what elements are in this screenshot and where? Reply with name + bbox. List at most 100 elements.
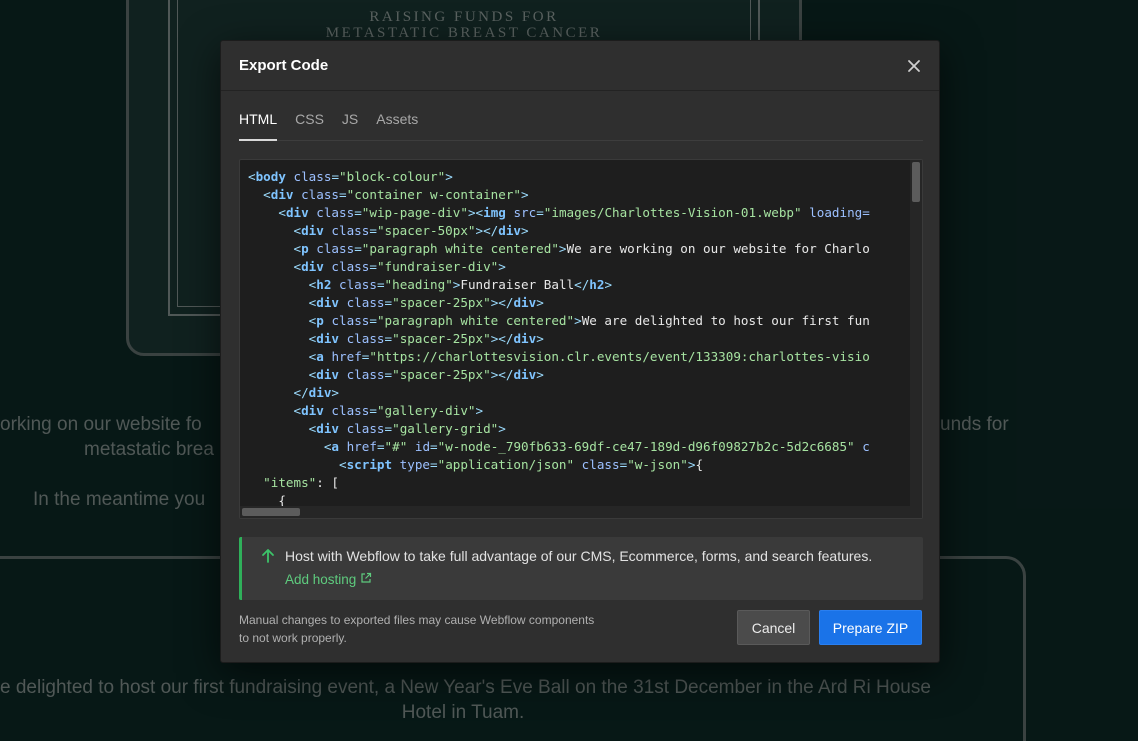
code-token: href — [339, 439, 377, 454]
code-token: < — [263, 187, 271, 202]
export-code-modal: Export Code HTML CSS JS Assets <body cla… — [220, 40, 940, 663]
code-token: ></ — [490, 295, 514, 310]
horizontal-scroll-thumb[interactable] — [242, 508, 300, 516]
code-token: "gallery-div" — [376, 403, 476, 418]
code-token: class — [308, 205, 355, 220]
code-line: <script type="application/json" class="w… — [248, 456, 910, 474]
code-token: > — [574, 313, 582, 328]
code-token: = — [430, 439, 438, 454]
code-token: ></ — [475, 223, 499, 238]
code-token: = — [384, 421, 393, 436]
code-token: "https://charlottesvision.clr.events/eve… — [369, 349, 870, 364]
code-token: = — [339, 187, 347, 202]
code-token: href — [323, 349, 362, 364]
code-line: <div class="wip-page-div"><img src="imag… — [248, 204, 910, 222]
code-line: <div class="spacer-25px"></div> — [248, 294, 910, 312]
code-token: class — [293, 187, 340, 202]
code-token: div — [316, 421, 340, 436]
code-line: <div class="spacer-25px"></div> — [248, 366, 910, 384]
code-token: h2 — [316, 277, 332, 292]
code-token: c — [854, 439, 870, 454]
code-token: > — [536, 367, 544, 382]
code-token: div — [270, 187, 294, 202]
code-token: { — [695, 457, 704, 472]
vertical-scroll-thumb[interactable] — [912, 162, 920, 202]
code-token: = — [369, 259, 377, 274]
code-token: > — [604, 277, 613, 292]
code-token: src — [505, 205, 537, 220]
code-token: class — [285, 169, 332, 184]
code-token: div — [513, 295, 537, 310]
code-line: "items": [ — [248, 474, 910, 492]
code-token: > — [536, 331, 544, 346]
footer-warning: Manual changes to exported files may cau… — [239, 613, 595, 645]
code-token: "spacer-25px" — [392, 367, 491, 382]
tab-assets[interactable]: Assets — [376, 109, 418, 141]
code-token: div — [513, 367, 537, 382]
code-token: < — [293, 403, 302, 418]
code-token: div — [513, 331, 537, 346]
code-token: class — [339, 331, 385, 346]
code-token: > — [521, 223, 529, 238]
code-token: class — [339, 421, 385, 436]
code-line: <p class="paragraph white centered">We a… — [248, 240, 910, 258]
code-line: <div class="fundraiser-div"> — [248, 258, 910, 276]
tab-js[interactable]: JS — [342, 109, 358, 141]
modal-title: Export Code — [239, 57, 329, 74]
code-token: = — [384, 367, 393, 382]
code-content[interactable]: <body class="block-colour"> <div class="… — [248, 168, 910, 508]
code-token: We are working on our website for Charlo — [566, 241, 870, 256]
code-token: </ — [574, 277, 590, 292]
code-token: > — [558, 241, 567, 256]
code-token: < — [278, 205, 286, 220]
code-token: Fundraiser Ball — [460, 277, 575, 292]
horizontal-scrollbar[interactable] — [240, 506, 922, 518]
code-token: < — [248, 169, 256, 184]
code-token: = — [384, 331, 393, 346]
vertical-scrollbar[interactable] — [910, 160, 922, 506]
code-token: < — [293, 223, 302, 238]
code-token: > — [536, 295, 544, 310]
code-token: class — [339, 367, 385, 382]
code-token: class — [339, 295, 385, 310]
prepare-zip-button[interactable]: Prepare ZIP — [819, 610, 922, 645]
code-token: div — [285, 205, 309, 220]
code-token: "application/json" — [437, 457, 575, 472]
code-line: <p class="paragraph white centered">We a… — [248, 312, 910, 330]
modal-header: Export Code — [221, 41, 939, 91]
code-line: </div> — [248, 384, 910, 402]
code-token: div — [301, 403, 324, 418]
code-token: ></ — [490, 367, 514, 382]
code-viewer[interactable]: <body class="block-colour"> <div class="… — [239, 159, 923, 519]
code-token: > — [331, 385, 340, 400]
tab-css[interactable]: CSS — [295, 109, 324, 141]
code-token: class — [308, 241, 355, 256]
code-token: img — [483, 205, 506, 220]
code-token: div — [498, 223, 522, 238]
code-token: h2 — [589, 277, 605, 292]
code-token: < — [293, 259, 302, 274]
add-hosting-link[interactable]: Add hosting — [285, 572, 372, 587]
code-token: > — [498, 259, 506, 274]
code-token: div — [316, 331, 340, 346]
hosting-notice: Host with Webflow to take full advantage… — [239, 537, 923, 600]
code-token: "heading" — [384, 277, 453, 292]
code-token: </ — [293, 385, 309, 400]
code-token: "items" — [263, 475, 317, 490]
cancel-button[interactable]: Cancel — [737, 610, 810, 645]
code-token: > — [445, 169, 453, 184]
code-token: >< — [467, 205, 484, 220]
notice-text: Host with Webflow to take full advantage… — [285, 548, 873, 564]
code-token: a — [316, 349, 324, 364]
close-icon[interactable] — [905, 57, 923, 75]
code-token: "fundraiser-div" — [376, 259, 499, 274]
code-token: = — [376, 439, 385, 454]
tab-html[interactable]: HTML — [239, 109, 278, 141]
